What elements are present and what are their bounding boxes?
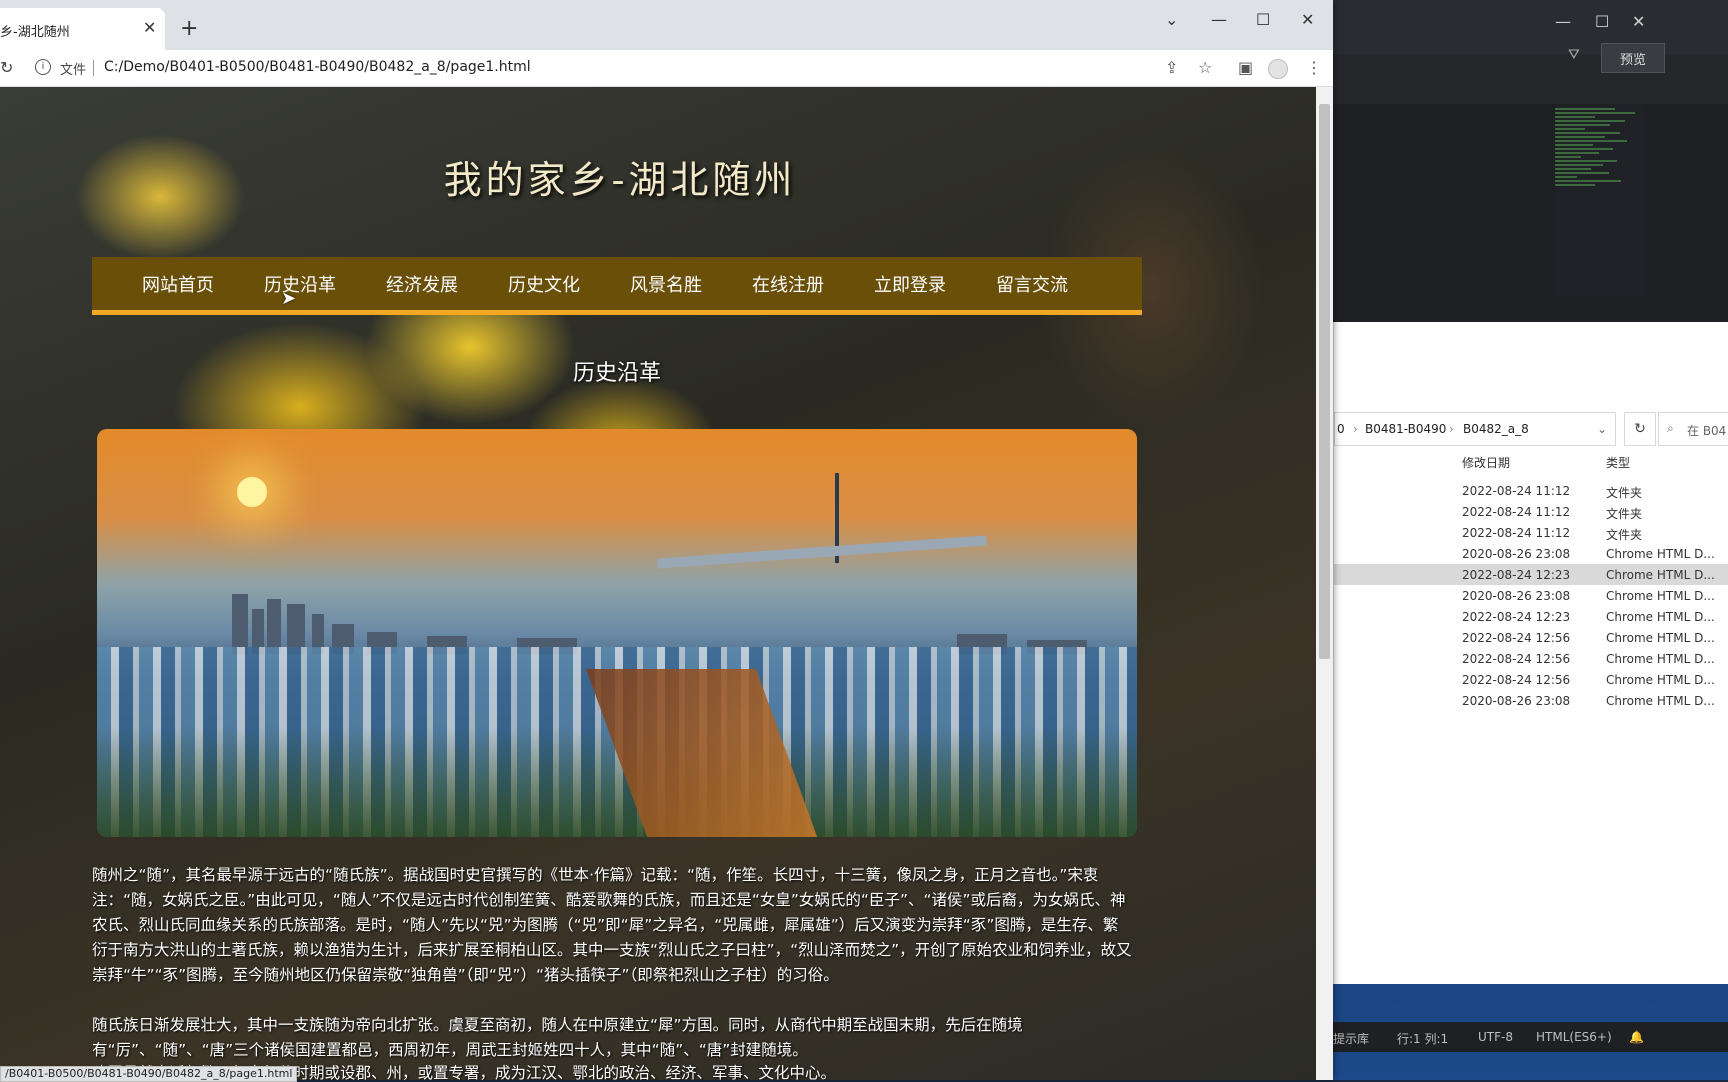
nav-item-guestbook[interactable]: 留言交流 bbox=[996, 271, 1068, 297]
scrollbar-thumb[interactable] bbox=[1319, 104, 1330, 659]
breadcrumb-separator-icon: › bbox=[1449, 422, 1454, 436]
sun bbox=[237, 477, 267, 507]
mouse-cursor-icon: ➤ bbox=[281, 288, 297, 309]
file-type: Chrome HTML D... bbox=[1606, 631, 1715, 645]
file-type: Chrome HTML D... bbox=[1606, 547, 1715, 561]
filter-icon[interactable]: ⛛ bbox=[1568, 47, 1580, 63]
chevron-down-icon[interactable]: ⌄ bbox=[1165, 10, 1178, 29]
site-title: 我的家乡-湖北随州 bbox=[443, 158, 797, 202]
breadcrumb-part[interactable]: B0482_a_8 bbox=[1463, 422, 1529, 436]
editor-minimap[interactable] bbox=[1555, 106, 1645, 296]
close-icon[interactable]: ✕ bbox=[1301, 10, 1314, 29]
file-type: Chrome HTML D... bbox=[1606, 568, 1715, 582]
file-row[interactable]: 2022-08-24 12:23 Chrome HTML D... bbox=[1334, 606, 1728, 627]
tab-title: 乡-湖北随州 bbox=[0, 25, 70, 40]
column-header-type[interactable]: 类型 bbox=[1606, 454, 1630, 471]
file-type: 文件夹 bbox=[1606, 528, 1643, 542]
search-placeholder: 在 B04 bbox=[1687, 424, 1727, 438]
address-bar[interactable]: ↻ i 文件 C:/Demo/B0401-B0500/B0481-B0490/B… bbox=[0, 50, 1333, 87]
explorer-address-bar[interactable]: 0 › B0481-B0490 › B0482_a_8 ⌄ bbox=[1334, 412, 1616, 446]
share-icon[interactable]: ⇪ bbox=[1165, 58, 1178, 77]
file-date: 2022-08-24 12:23 bbox=[1462, 568, 1571, 582]
file-type: Chrome HTML D... bbox=[1606, 652, 1715, 666]
nav-item-home[interactable]: 网站首页 bbox=[142, 271, 214, 297]
bell-icon[interactable]: 🔔 bbox=[1629, 1030, 1644, 1044]
status-encoding[interactable]: UTF-8 bbox=[1478, 1030, 1513, 1044]
maximize-icon[interactable]: ☐ bbox=[1595, 12, 1609, 31]
file-date: 2022-08-24 12:56 bbox=[1462, 673, 1571, 687]
nav-item-culture[interactable]: 历史文化 bbox=[508, 271, 580, 297]
file-date: 2020-08-26 23:08 bbox=[1462, 694, 1571, 708]
file-row[interactable]: 2022-08-24 12:56 Chrome HTML D... bbox=[1334, 669, 1728, 690]
file-row[interactable]: 2022-08-24 11:12 文件夹 bbox=[1334, 480, 1728, 501]
minimize-icon[interactable]: — bbox=[1211, 10, 1227, 29]
nav-item-register[interactable]: 在线注册 bbox=[752, 271, 824, 297]
page-viewport: 我的家乡-湖北随州 网站首页 历史沿革 经济发展 历史文化 风景名胜 在线注册 … bbox=[0, 87, 1316, 1080]
status-mode[interactable]: HTML(ES6+) bbox=[1536, 1030, 1612, 1044]
file-date: 2022-08-24 11:12 bbox=[1462, 505, 1571, 519]
breadcrumb-part[interactable]: 0 bbox=[1337, 422, 1345, 436]
file-type: Chrome HTML D... bbox=[1606, 673, 1715, 687]
star-icon[interactable]: ☆ bbox=[1198, 58, 1212, 77]
nav-item-login[interactable]: 立即登录 bbox=[874, 271, 946, 297]
file-date: 2022-08-24 12:23 bbox=[1462, 610, 1571, 624]
browser-window: 乡-湖北随州 ✕ + ⌄ — ☐ ✕ ↻ i 文件 C:/Demo/B0401-… bbox=[0, 0, 1333, 1082]
file-row[interactable]: 2022-08-24 11:12 文件夹 bbox=[1334, 501, 1728, 522]
file-type: Chrome HTML D... bbox=[1606, 694, 1715, 708]
file-date: 2022-08-24 12:56 bbox=[1462, 631, 1571, 645]
status-position[interactable]: 行:1 列:1 bbox=[1397, 1030, 1448, 1047]
file-type: Chrome HTML D... bbox=[1606, 589, 1715, 603]
file-scheme-label: 文件 bbox=[60, 63, 87, 78]
menu-kebab-icon[interactable]: ⋮ bbox=[1306, 58, 1322, 77]
info-icon[interactable]: i bbox=[35, 59, 51, 75]
city-panorama-image bbox=[97, 429, 1137, 837]
file-date: 2020-08-26 23:08 bbox=[1462, 547, 1571, 561]
file-explorer-window: 0 › B0481-B0490 › B0482_a_8 ⌄ ↻ ⌕ 在 B04 … bbox=[1333, 322, 1728, 984]
file-row[interactable]: 2022-08-24 12:56 Chrome HTML D... bbox=[1334, 648, 1728, 669]
profile-avatar[interactable] bbox=[1268, 59, 1288, 79]
history-paragraph-1: 随州之“随”，其名最早源于远古的“随氏族”。据战国时史官撰写的《世本·作篇》记载… bbox=[92, 866, 1132, 984]
explorer-search-input[interactable]: ⌕ 在 B04 bbox=[1658, 412, 1728, 446]
refresh-icon[interactable]: ↻ bbox=[1624, 412, 1656, 446]
file-date: 2020-08-26 23:08 bbox=[1462, 589, 1571, 603]
file-type: 文件夹 bbox=[1606, 507, 1643, 521]
file-row-selected[interactable]: 2022-08-24 12:23 Chrome HTML D... bbox=[1334, 564, 1728, 585]
divider bbox=[93, 60, 94, 76]
file-row[interactable]: 2022-08-24 12:56 Chrome HTML D... bbox=[1334, 627, 1728, 648]
chevron-down-icon[interactable]: ⌄ bbox=[1597, 422, 1607, 436]
reload-icon[interactable]: ↻ bbox=[0, 58, 13, 77]
file-date: 2022-08-24 12:56 bbox=[1462, 652, 1571, 666]
file-row[interactable]: 2022-08-24 11:12 文件夹 bbox=[1334, 522, 1728, 543]
new-tab-icon[interactable]: + bbox=[180, 18, 198, 40]
main-nav: 网站首页 历史沿革 经济发展 历史文化 风景名胜 在线注册 立即登录 留言交流 bbox=[92, 257, 1142, 315]
nav-item-scenery[interactable]: 风景名胜 bbox=[630, 271, 702, 297]
close-icon[interactable]: ✕ bbox=[1632, 12, 1645, 31]
file-type: Chrome HTML D... bbox=[1606, 610, 1715, 624]
file-row[interactable]: 2020-08-26 23:08 Chrome HTML D... bbox=[1334, 543, 1728, 564]
nav-item-history[interactable]: 历史沿革 bbox=[264, 271, 336, 297]
skyline bbox=[97, 544, 1137, 654]
file-row[interactable]: 2020-08-26 23:08 Chrome HTML D... bbox=[1334, 690, 1728, 711]
nav-item-economy[interactable]: 经济发展 bbox=[386, 271, 458, 297]
maximize-icon[interactable]: ☐ bbox=[1256, 10, 1270, 29]
history-paragraph-2: 随氏族日渐发展壮大，其中一支族随为帝向北扩张。虞夏至商初，随人在中原建立“犀”方… bbox=[92, 1016, 1023, 1059]
file-date: 2022-08-24 11:12 bbox=[1462, 484, 1571, 498]
close-icon[interactable]: ✕ bbox=[143, 18, 156, 37]
file-type: 文件夹 bbox=[1606, 486, 1643, 500]
column-header-date[interactable]: 修改日期 bbox=[1462, 454, 1510, 471]
file-date: 2022-08-24 11:12 bbox=[1462, 526, 1571, 540]
file-row[interactable]: 2020-08-26 23:08 Chrome HTML D... bbox=[1334, 585, 1728, 606]
tab-strip: 乡-湖北随州 ✕ + ⌄ — ☐ ✕ bbox=[0, 0, 1333, 50]
preview-button[interactable]: 预览 bbox=[1601, 43, 1665, 73]
section-title: 历史沿革 bbox=[572, 361, 661, 386]
tab-active[interactable]: 乡-湖北随州 ✕ bbox=[0, 8, 165, 50]
minimize-icon[interactable]: — bbox=[1555, 12, 1571, 31]
status-hint[interactable]: 提示库 bbox=[1333, 1030, 1369, 1047]
sidebar-icon[interactable]: ▣ bbox=[1238, 58, 1253, 77]
breadcrumb-part[interactable]: B0481-B0490 bbox=[1365, 422, 1446, 436]
breadcrumb-separator-icon: › bbox=[1353, 422, 1358, 436]
url-text[interactable]: C:/Demo/B0401-B0500/B0481-B0490/B0482_a_… bbox=[104, 59, 531, 75]
search-icon: ⌕ bbox=[1667, 421, 1674, 435]
